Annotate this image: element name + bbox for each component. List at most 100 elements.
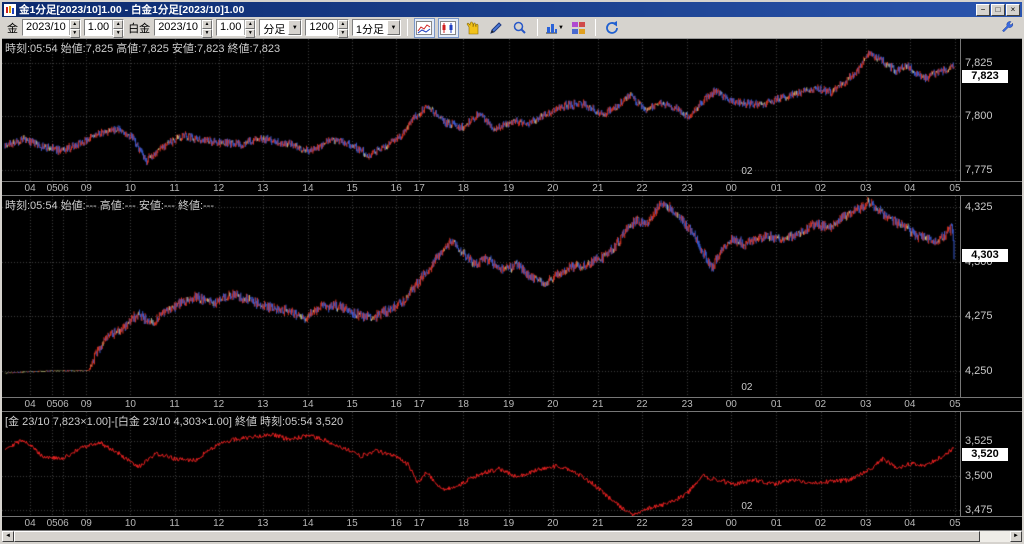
spin-down-icon[interactable]: ▼ xyxy=(113,29,123,38)
spread-chart-plot[interactable]: [金 23/10 7,823×1.00]-[白金 23/10 4,303×1.0… xyxy=(2,412,960,516)
time-axis-label: 12 xyxy=(213,183,224,194)
spin-up-icon[interactable]: ▲ xyxy=(70,20,80,29)
period-type-select[interactable]: 分足 ▼ xyxy=(259,19,302,36)
time-axis-label: 10 xyxy=(125,518,136,529)
time-axis-label: 04 xyxy=(25,399,36,410)
chevron-down-icon[interactable]: ▼ xyxy=(387,20,400,35)
zoom-tool-button[interactable] xyxy=(510,18,531,38)
time-axis-label: 01 xyxy=(771,399,782,410)
interval-value: 1分足 xyxy=(353,20,387,35)
time-axis-label: 21 xyxy=(592,518,603,529)
refresh-button[interactable] xyxy=(602,18,623,38)
scrollbar-thumb[interactable] xyxy=(14,531,980,542)
spin-up-icon[interactable]: ▲ xyxy=(338,20,348,29)
price-axis-label: 4,275 xyxy=(965,310,993,322)
time-axis-label: 13 xyxy=(257,183,268,194)
time-axis-label: 05 xyxy=(949,518,960,529)
platinum-chart-canvas[interactable] xyxy=(2,196,960,397)
toolbar-separator xyxy=(595,19,596,36)
platinum-multiplier-spinner[interactable]: ▲▼ xyxy=(244,20,255,35)
time-axis-label: 15 xyxy=(347,518,358,529)
gold-chart-plot[interactable]: 時刻:05:54 始値:7,825 高値:7,825 安値:7,823 終値:7… xyxy=(2,39,960,181)
time-axis-label: 05 xyxy=(949,183,960,194)
scroll-right-icon[interactable]: ► xyxy=(1010,531,1022,542)
scroll-left-icon[interactable]: ◄ xyxy=(2,531,14,542)
spread-price-axis: 3,5253,5003,4753,520 xyxy=(960,412,1022,516)
spin-up-icon[interactable]: ▲ xyxy=(245,20,255,29)
time-axis-label: 20 xyxy=(547,183,558,194)
spin-down-icon[interactable]: ▼ xyxy=(202,29,212,38)
time-axis-label: 22 xyxy=(636,183,647,194)
gold-month-spinner[interactable]: ▲▼ xyxy=(69,20,80,35)
gold-multiplier-field[interactable]: 1.00 ▲▼ xyxy=(84,19,124,36)
time-axis-label: 10 xyxy=(125,399,136,410)
time-axis-label: 04 xyxy=(904,518,915,529)
time-axis-label: 12 xyxy=(213,518,224,529)
candle-chart-mode-button[interactable] xyxy=(438,18,459,38)
spin-up-icon[interactable]: ▲ xyxy=(202,20,212,29)
settings-button[interactable] xyxy=(997,18,1018,38)
date-label: 02 xyxy=(741,166,752,177)
indicator-menu-button[interactable]: ▼ xyxy=(544,18,565,38)
time-axis-label: 19 xyxy=(503,518,514,529)
maximize-button[interactable]: □ xyxy=(991,4,1005,16)
time-axis-label: 23 xyxy=(682,183,693,194)
pencil-icon xyxy=(488,20,504,36)
bar-count-field[interactable]: 1200 ▲▼ xyxy=(305,19,348,36)
platinum-month-spinner[interactable]: ▲▼ xyxy=(201,20,212,35)
scrollbar-track[interactable] xyxy=(14,531,1010,542)
platinum-chart-info: 時刻:05:54 始値:--- 高値:--- 安値:--- 終値:--- xyxy=(5,197,214,213)
time-axis-label: 02 xyxy=(815,518,826,529)
time-axis-label: 19 xyxy=(503,399,514,410)
time-axis-label: 21 xyxy=(592,399,603,410)
multi-chart-button[interactable] xyxy=(568,18,589,38)
time-axis-label: 11 xyxy=(169,183,179,194)
time-axis-label: 19 xyxy=(503,183,514,194)
time-axis-label: 23 xyxy=(682,399,693,410)
time-axis-label: 22 xyxy=(636,518,647,529)
time-axis-label: 05 xyxy=(949,399,960,410)
gold-label: 金 xyxy=(6,20,19,36)
gold-month-field[interactable]: 2023/10 ▲▼ xyxy=(22,19,81,36)
app-icon xyxy=(4,4,16,16)
window-controls: − □ × xyxy=(976,4,1020,16)
time-axis-label: 10 xyxy=(125,183,136,194)
time-axis-label: 21 xyxy=(592,183,603,194)
time-axis-label: 13 xyxy=(257,518,268,529)
platinum-chart-plot[interactable]: 時刻:05:54 始値:--- 高値:--- 安値:--- 終値:--- 02 xyxy=(2,196,960,397)
time-axis-label: 03 xyxy=(860,399,871,410)
toolbar: 金 2023/10 ▲▼ 1.00 ▲▼ 白金 2023/10 ▲▼ 1.00 … xyxy=(2,17,1022,39)
gold-chart-canvas[interactable] xyxy=(2,39,960,181)
spin-down-icon[interactable]: ▼ xyxy=(245,29,255,38)
line-chart-mode-button[interactable] xyxy=(414,18,435,38)
time-axis-label: 14 xyxy=(302,518,313,529)
candlestick-icon xyxy=(440,21,456,35)
horizontal-scrollbar[interactable]: ◄ ► xyxy=(2,531,1022,542)
platinum-month-field[interactable]: 2023/10 ▲▼ xyxy=(154,19,213,36)
gold-multiplier-spinner[interactable]: ▲▼ xyxy=(112,20,123,35)
time-axis-label: 09 xyxy=(81,399,92,410)
time-axis-label: 15 xyxy=(347,399,358,410)
bar-count-spinner[interactable]: ▲▼ xyxy=(337,20,348,35)
platinum-time-axis: 0405060910111213141516171819202122230001… xyxy=(2,397,1022,411)
time-axis-label: 04 xyxy=(25,183,36,194)
time-axis-label: 23 xyxy=(682,518,693,529)
time-axis-label: 14 xyxy=(302,399,313,410)
time-axis-label: 02 xyxy=(815,399,826,410)
window-title: 金1分足[2023/10]1.00 - 白金1分足[2023/10]1.00 xyxy=(19,2,973,17)
time-axis-label: 17 xyxy=(414,399,425,410)
close-button[interactable]: × xyxy=(1006,4,1020,16)
interval-select[interactable]: 1分足 ▼ xyxy=(352,19,401,36)
period-type-value: 分足 xyxy=(260,20,288,35)
minimize-button[interactable]: − xyxy=(976,4,990,16)
spin-down-icon[interactable]: ▼ xyxy=(70,29,80,38)
time-axis-label: 00 xyxy=(726,399,737,410)
chevron-down-icon[interactable]: ▼ xyxy=(288,20,301,35)
platinum-multiplier-field[interactable]: 1.00 ▲▼ xyxy=(216,19,256,36)
pan-tool-button[interactable] xyxy=(462,18,483,38)
spin-down-icon[interactable]: ▼ xyxy=(338,29,348,38)
last-price-badge: 3,520 xyxy=(962,448,1008,461)
time-axis-label: 13 xyxy=(257,399,268,410)
spin-up-icon[interactable]: ▲ xyxy=(113,20,123,29)
draw-tool-button[interactable] xyxy=(486,18,507,38)
